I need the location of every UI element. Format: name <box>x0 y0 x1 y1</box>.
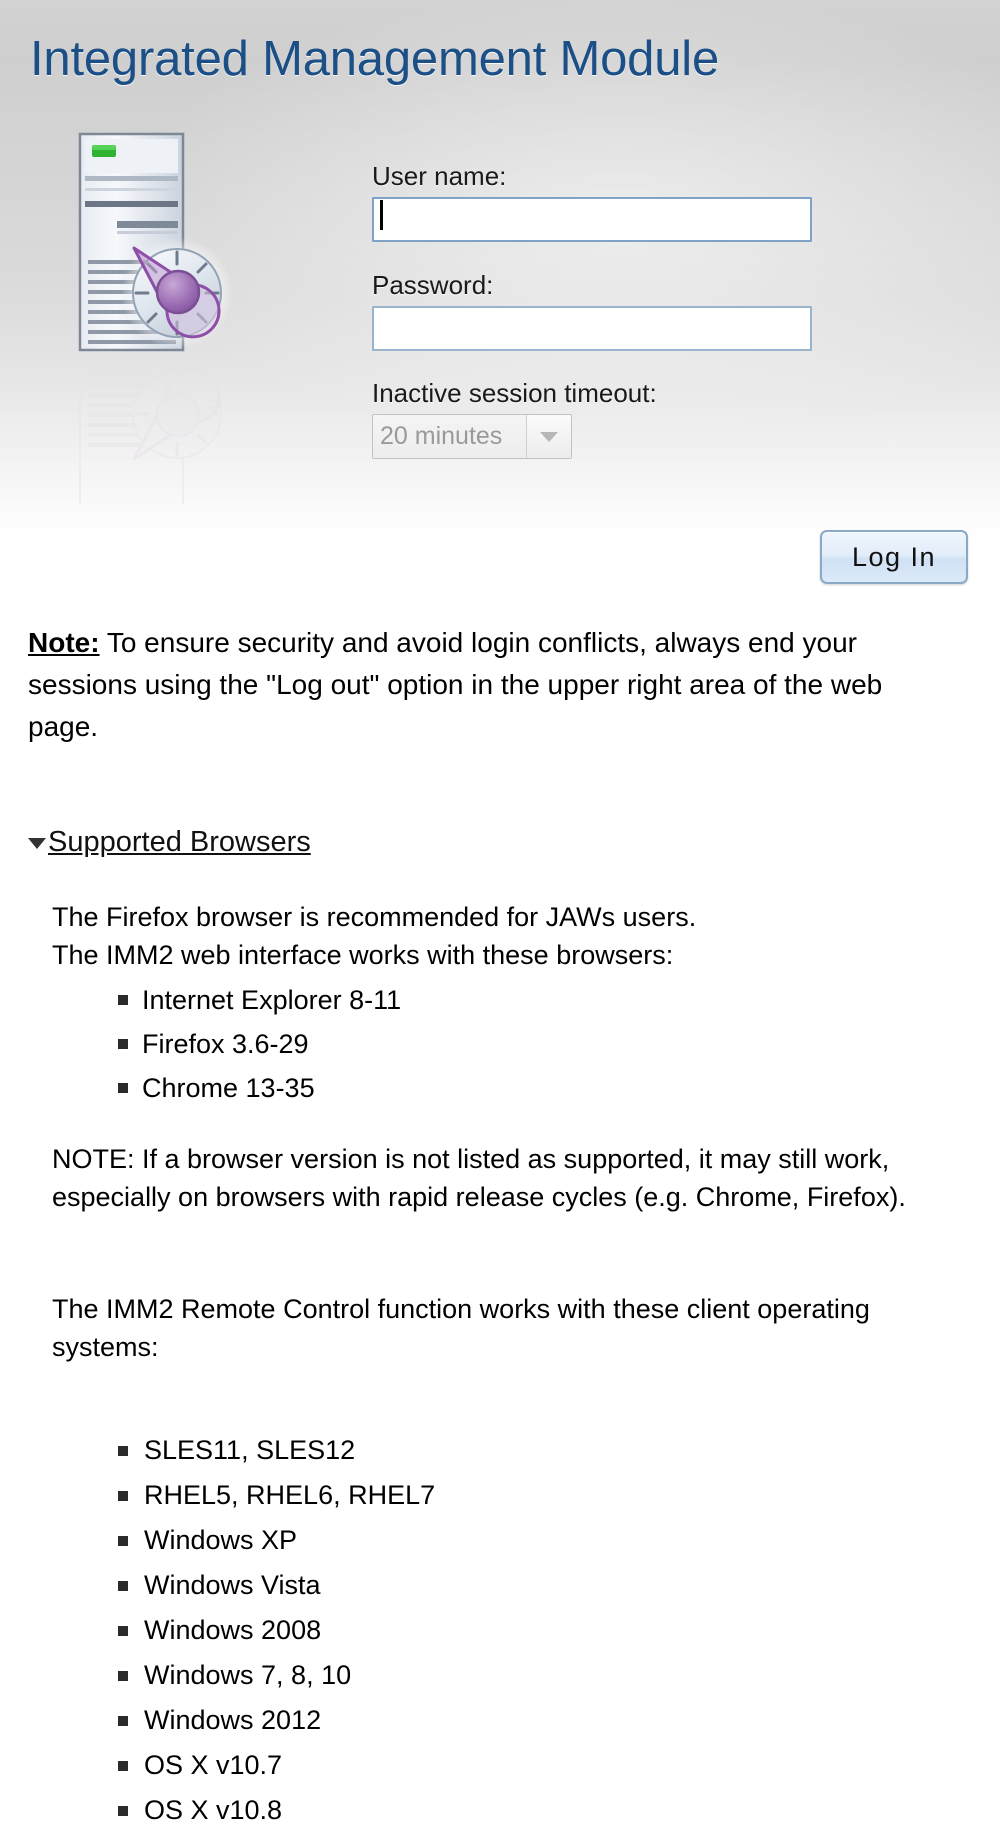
password-input[interactable] <box>372 306 812 351</box>
list-item: Windows XP <box>112 1518 435 1563</box>
browsers-intro-line-1: The Firefox browser is recommended for J… <box>52 902 697 932</box>
supported-os-list: SLES11, SLES12 RHEL5, RHEL6, RHEL7 Windo… <box>112 1428 435 1833</box>
browsers-intro-line-2: The IMM2 web interface works with these … <box>52 940 674 970</box>
server-gauge-icon <box>72 128 242 353</box>
password-label: Password: <box>372 270 494 300</box>
supported-browsers-list: Internet Explorer 8-11 Firefox 3.6-29 Ch… <box>110 978 401 1110</box>
supported-browsers-toggle[interactable]: Supported Browsers <box>28 825 311 859</box>
chevron-down-icon[interactable] <box>28 838 46 849</box>
list-item: Windows Vista <box>112 1563 435 1608</box>
note-label: Note: <box>28 627 100 658</box>
list-item: Firefox 3.6-29 <box>110 1022 401 1066</box>
timeout-field-block: Inactive session timeout: 20 minutes <box>372 377 822 459</box>
username-label: User name: <box>372 161 507 191</box>
list-item: Chrome 13-35 <box>110 1066 401 1110</box>
timeout-selected-value: 20 minutes <box>373 415 526 458</box>
list-item: Internet Explorer 8-11 <box>110 978 401 1022</box>
page-title: Integrated Management Module <box>30 32 720 86</box>
text-caret <box>380 200 383 230</box>
remote-control-intro: The IMM2 Remote Control function works w… <box>52 1294 870 1362</box>
list-item: SLES11, SLES12 <box>112 1428 435 1473</box>
list-item: OS X v10.7 <box>112 1743 435 1788</box>
list-item: Windows 2012 <box>112 1698 435 1743</box>
list-item: Windows 7, 8, 10 <box>112 1653 435 1698</box>
timeout-label: Inactive session timeout: <box>372 378 657 408</box>
security-note: Note: To ensure security and avoid login… <box>28 622 958 748</box>
list-item: OS X v10.8 <box>112 1788 435 1833</box>
list-item: RHEL5, RHEL6, RHEL7 <box>112 1473 435 1518</box>
browsers-intro: The Firefox browser is recommended for J… <box>52 898 952 974</box>
chevron-down-icon[interactable] <box>526 415 571 458</box>
username-input[interactable] <box>372 197 812 242</box>
username-field-block: User name: <box>372 160 822 242</box>
note-text: To ensure security and avoid login confl… <box>28 627 883 742</box>
login-button[interactable]: Log In <box>820 530 968 584</box>
list-item: Windows 2008 <box>112 1608 435 1653</box>
browser-support-note: NOTE: If a browser version is not listed… <box>52 1144 906 1212</box>
inactive-session-timeout-select[interactable]: 20 minutes <box>372 414 572 459</box>
password-field-block: Password: <box>372 269 822 351</box>
supported-browsers-link[interactable]: Supported Browsers <box>48 825 311 859</box>
login-form: User name: Password: Inactive session ti… <box>372 160 822 486</box>
